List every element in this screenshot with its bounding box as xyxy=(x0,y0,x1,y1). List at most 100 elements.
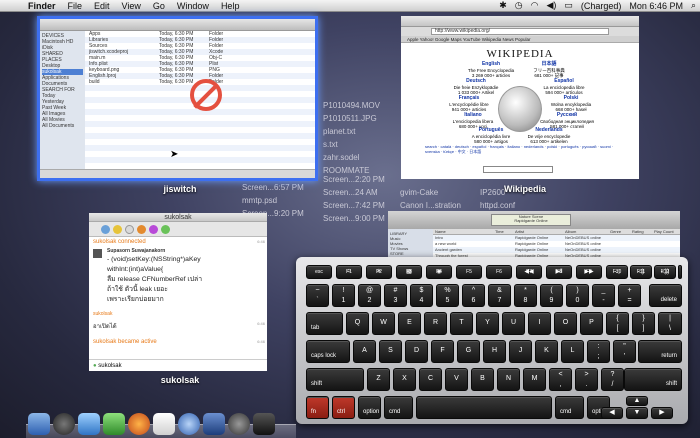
key-f11[interactable]: ◁) F11 xyxy=(630,265,652,279)
keyboard-viewer[interactable]: esc ☼ F1 ☀ F2 ▦ F3 ◉ F4 F5 F6 ◀◀ F7 ▶‖ F8 ▶▶ F9… xyxy=(296,257,688,424)
system-preferences-dock-icon[interactable] xyxy=(228,413,250,435)
key-4[interactable]: $4 xyxy=(410,284,433,307)
key-s[interactable]: S xyxy=(379,340,402,363)
key-n[interactable]: N xyxy=(497,368,520,391)
key-a[interactable]: A xyxy=(353,340,376,363)
contact-icon[interactable] xyxy=(101,224,110,234)
key-i[interactable]: I xyxy=(528,312,551,335)
key-v[interactable]: V xyxy=(445,368,468,391)
desktop-file[interactable]: Screen...2:20 PM xyxy=(323,173,393,186)
key-6[interactable]: ^ 6 xyxy=(462,284,485,307)
key-sym-0[interactable]: <, xyxy=(549,368,572,391)
key-caps-lock[interactable]: caps lock xyxy=(306,340,350,363)
terminal-dock-icon[interactable] xyxy=(253,413,275,435)
language-link[interactable]: Nederlands De vrije encyclopedie 613 000+ … xyxy=(519,127,579,145)
key-delete[interactable]: delete xyxy=(649,284,682,307)
key-f8[interactable]: ▶‖ F8 xyxy=(546,265,572,279)
smiley-icon[interactable] xyxy=(113,224,122,234)
key-esc[interactable]: esc xyxy=(306,265,332,279)
key-g[interactable]: G xyxy=(457,340,480,363)
key-e[interactable]: E xyxy=(398,312,421,335)
key-d[interactable]: D xyxy=(405,340,428,363)
wikipedia-search-input[interactable] xyxy=(483,166,553,173)
key-q[interactable]: Q xyxy=(346,312,369,335)
safari-dock-icon[interactable] xyxy=(178,413,200,435)
desktop-file[interactable]: Screen...9:00 PM xyxy=(323,212,393,225)
key-l[interactable]: L xyxy=(561,340,584,363)
itunes-dock-icon[interactable] xyxy=(153,413,175,435)
key-f6[interactable]: F6 xyxy=(486,265,512,279)
key-o[interactable]: O xyxy=(554,312,577,335)
spotlight-icon[interactable]: ⌕ xyxy=(687,0,700,11)
key-arrow-right[interactable]: ▶ xyxy=(651,407,673,419)
key-j[interactable]: J xyxy=(509,340,532,363)
key-f9[interactable]: ▶▶ F9 xyxy=(576,265,602,279)
key-f7[interactable]: ◀◀ F7 xyxy=(516,265,542,279)
desktop-file[interactable]: s.txt xyxy=(323,138,393,151)
key-shift-right[interactable]: shift xyxy=(624,368,682,391)
key-0[interactable]: ~ ` xyxy=(306,284,329,307)
language-link[interactable]: Español La enciclopedia libre 594 000+ art… xyxy=(534,78,594,96)
desktop-file[interactable]: Screen...7:42 PM xyxy=(323,199,393,212)
desktop-file[interactable]: mmtp.psd xyxy=(242,194,318,207)
key-control[interactable]: ctrl xyxy=(332,396,355,419)
sidebar-item[interactable]: All Documents xyxy=(42,123,83,129)
chat-window[interactable]: sukolsak sukolsak connected 6:46 Supasor… xyxy=(89,213,267,371)
send-file-icon[interactable] xyxy=(149,224,158,234)
time-machine-icon[interactable]: ◷ xyxy=(511,0,527,11)
desktop-file[interactable]: Screen...24 AM xyxy=(323,186,393,199)
info-icon[interactable] xyxy=(161,224,170,234)
key-f12[interactable]: ◁)) F12 xyxy=(654,265,676,279)
desktop-file[interactable]: P1010494.MOV xyxy=(323,99,393,112)
key-p[interactable]: P xyxy=(580,312,603,335)
key-arrow-down[interactable]: ▼ xyxy=(626,407,648,419)
key-punct-1[interactable]: " ' xyxy=(613,340,636,363)
key-b[interactable]: B xyxy=(471,368,494,391)
key-f4[interactable]: ◉ F4 xyxy=(426,265,452,279)
language-link[interactable]: Polski Wolna encyklopedia 668 000+ haseł xyxy=(541,95,601,113)
language-footer-links[interactable]: search · català · deutsch · español · fr… xyxy=(425,144,615,154)
firefox-icon[interactable] xyxy=(137,224,146,234)
bluetooth-icon[interactable]: ✱ xyxy=(495,0,511,11)
key-y[interactable]: Y xyxy=(476,312,499,335)
key-f3[interactable]: ▦ F3 xyxy=(396,265,422,279)
key-fn[interactable]: fn xyxy=(306,396,329,419)
key-sym-2[interactable]: ? / xyxy=(601,368,624,391)
key-f[interactable]: F xyxy=(431,340,454,363)
firefox-dock-icon[interactable] xyxy=(128,413,150,435)
language-link[interactable]: Português A enciclopédia livre 580 000+ ar… xyxy=(461,127,521,145)
safari-window[interactable]: http://www.wikipedia.org/ Apple Yahoo! G… xyxy=(401,16,639,179)
key-c[interactable]: C xyxy=(419,368,442,391)
ical-dock-icon[interactable] xyxy=(203,413,225,435)
dashboard-dock-icon[interactable] xyxy=(53,413,75,435)
menu-file[interactable]: File xyxy=(62,1,89,11)
volume-icon[interactable]: ◀) xyxy=(542,0,560,11)
key-r[interactable]: R xyxy=(424,312,447,335)
key-tab[interactable]: tab xyxy=(306,312,343,335)
key-bracket-2[interactable]: | \ xyxy=(658,312,682,335)
key-2[interactable]: @2 xyxy=(358,284,381,307)
key-return[interactable]: return xyxy=(638,340,682,363)
key-sym-1[interactable]: >. xyxy=(575,368,598,391)
desktop-file[interactable]: planet.txt xyxy=(323,125,393,138)
key-x[interactable]: X xyxy=(393,368,416,391)
desktop-file[interactable]: P1010511.JPG xyxy=(323,112,393,125)
battery-status[interactable]: (Charged) xyxy=(577,1,626,11)
column-header[interactable]: Genre xyxy=(608,229,630,234)
key-bracket-0[interactable]: {[ xyxy=(606,312,629,335)
key-bracket-1[interactable]: }] xyxy=(632,312,655,335)
key-arrow-left[interactable]: ◀ xyxy=(601,407,623,419)
key-10[interactable]: ) 0 xyxy=(566,284,589,307)
key-f1[interactable]: ☼ F1 xyxy=(336,265,362,279)
key-t[interactable]: T xyxy=(450,312,473,335)
key-command-right[interactable]: cmd xyxy=(555,396,584,419)
menu-go[interactable]: Go xyxy=(147,1,171,11)
key-k[interactable]: K xyxy=(535,340,558,363)
menu-clock[interactable]: Mon 6:46 PM xyxy=(625,1,687,11)
menu-window[interactable]: Window xyxy=(171,1,215,11)
key-11[interactable]: _ - xyxy=(592,284,615,307)
key-f10[interactable]: ◁ F10 xyxy=(606,265,628,279)
column-header[interactable]: Name xyxy=(433,229,493,234)
message-input[interactable]: ● sukolsak xyxy=(89,359,267,371)
key-7[interactable]: & 7 xyxy=(488,284,511,307)
